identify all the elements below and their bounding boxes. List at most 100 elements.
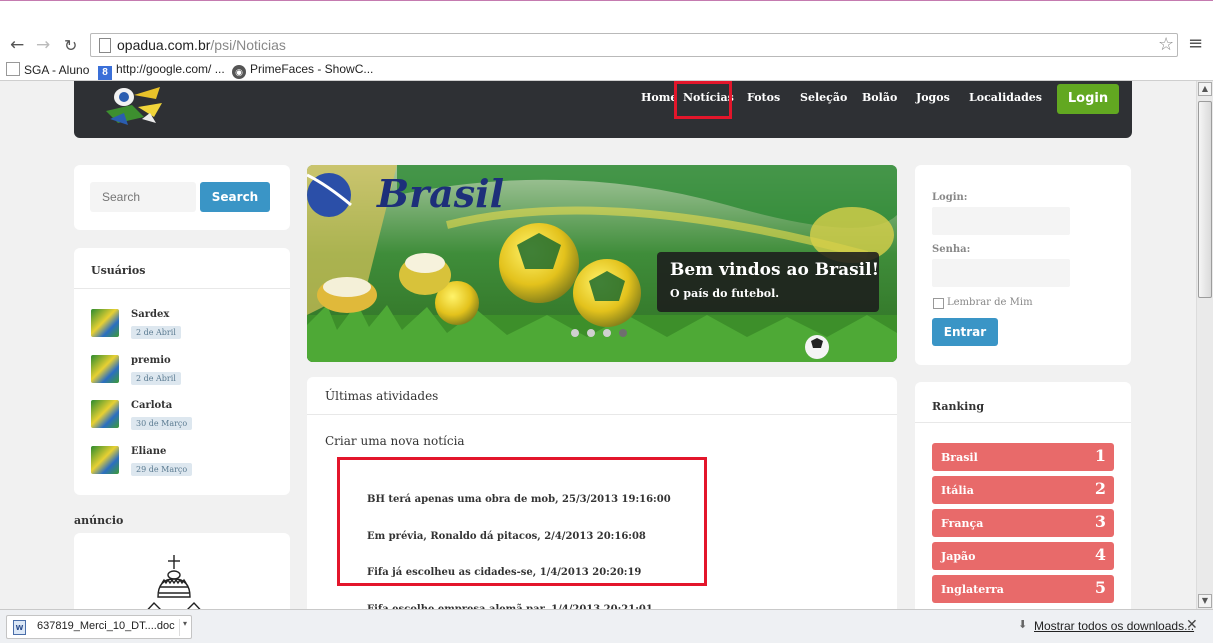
- page-icon: [99, 38, 111, 53]
- ranking-position: 4: [1094, 545, 1106, 564]
- avatar: [91, 355, 119, 383]
- user-name: premio: [131, 355, 171, 366]
- user-item[interactable]: premio 2 de Abril: [91, 355, 271, 395]
- user-date-badge: 29 de Março: [131, 463, 193, 476]
- user-date-badge: 2 de Abril: [131, 372, 181, 385]
- create-news-link[interactable]: Criar uma nova notícia: [325, 434, 465, 448]
- user-date-badge: 30 de Março: [131, 417, 193, 430]
- word-document-icon: W: [13, 620, 26, 635]
- nav-highlight-annotation: [674, 81, 732, 119]
- users-panel-header: Usuários: [74, 248, 290, 289]
- reload-icon[interactable]: ↻: [64, 36, 77, 55]
- users-panel: Usuários Sardex 2 de Abril premio 2 de A…: [74, 248, 290, 495]
- chevron-down-icon[interactable]: ▾: [179, 619, 187, 636]
- avatar: [91, 400, 119, 428]
- primefaces-icon: ◉: [232, 65, 246, 79]
- download-filename: 637819_Merci_10_DT....doc: [37, 620, 175, 632]
- password-field-label: Senha:: [932, 244, 971, 255]
- ranking-country: Brasil: [941, 451, 978, 464]
- scrollbar-thumb[interactable]: [1198, 101, 1212, 298]
- ranking-row[interactable]: França 3: [932, 509, 1114, 537]
- show-all-downloads-link[interactable]: Mostrar todos os downloads...: [1034, 619, 1194, 633]
- forward-arrow-icon[interactable]: →: [36, 35, 50, 55]
- ranking-row[interactable]: Japão 4: [932, 542, 1114, 570]
- banner-caption-subtitle: O país do futebol.: [670, 287, 780, 300]
- ranking-title: Ranking: [932, 400, 985, 413]
- activities-header: Últimas atividades: [307, 377, 897, 415]
- ranking-panel: Ranking Brasil 1 Itália 2 França 3 Japão…: [915, 382, 1131, 627]
- login-field-label: Login:: [932, 192, 968, 203]
- page-icon: [6, 62, 20, 76]
- user-item[interactable]: Carlota 30 de Março: [91, 400, 271, 440]
- banner-brand-text: Brasil: [376, 171, 504, 216]
- ranking-row[interactable]: Brasil 1: [932, 443, 1114, 471]
- site-logo[interactable]: [94, 83, 174, 129]
- address-url: opadua.com.br/psi/Noticias: [117, 37, 286, 53]
- bookmark-star-icon[interactable]: ☆: [1158, 34, 1174, 55]
- submit-login-button[interactable]: Entrar: [932, 318, 998, 346]
- ranking-position: 2: [1094, 479, 1106, 498]
- browser-chrome: ← → ↻ opadua.com.br/psi/Noticias ☆ ≡ SGA…: [0, 0, 1213, 81]
- ad-label: anúncio: [74, 514, 124, 527]
- download-arrow-icon: ⬇: [1018, 618, 1028, 631]
- window-top-border: [0, 0, 1213, 1]
- user-name: Eliane: [131, 446, 167, 457]
- news-item[interactable]: Fifa já escolheu as cidades-se, 1/4/2013…: [367, 567, 641, 578]
- ranking-country: Itália: [941, 484, 974, 497]
- nav-localidades[interactable]: Localidades: [969, 91, 1042, 104]
- nav-jogos[interactable]: Jogos: [916, 91, 950, 104]
- nav-selecao[interactable]: Seleção: [800, 91, 847, 104]
- remember-me-label: Lembrar de Mim: [947, 297, 1033, 308]
- search-input[interactable]: [90, 182, 196, 212]
- bookmark-primefaces[interactable]: ◉ PrimeFaces - ShowC...: [232, 62, 373, 79]
- ranking-header: Ranking: [915, 382, 1131, 423]
- scroll-up-icon[interactable]: ▲: [1198, 82, 1212, 96]
- remember-me-checkbox[interactable]: [933, 298, 944, 309]
- user-name: Carlota: [131, 400, 173, 411]
- activities-panel: Últimas atividades Criar uma nova notíci…: [307, 377, 897, 627]
- user-item[interactable]: Eliane 29 de Março: [91, 446, 271, 486]
- ranking-country: Japão: [941, 550, 976, 563]
- bookmarks-bar: SGA - Aluno 8 http://google.com/ ... ◉ Pri…: [0, 60, 1213, 80]
- page-scrollbar[interactable]: ▲ ▼: [1196, 81, 1213, 609]
- site-header: Home Notícias Fotos Seleção Bolão Jogos …: [74, 81, 1132, 138]
- download-shelf: W 637819_Merci_10_DT....doc ▾ ⬇ Mostrar …: [0, 609, 1213, 643]
- google-icon: 8: [98, 66, 112, 80]
- back-arrow-icon[interactable]: ←: [10, 35, 24, 55]
- scroll-down-icon[interactable]: ▼: [1198, 594, 1212, 608]
- search-panel: Search: [74, 165, 290, 230]
- activities-title: Últimas atividades: [325, 389, 439, 403]
- news-item[interactable]: Em prévia, Ronaldo dá pitacos, 2/4/2013 …: [367, 531, 646, 542]
- ranking-position: 1: [1094, 446, 1106, 465]
- nav-bolao[interactable]: Bolão: [862, 91, 897, 104]
- login-field[interactable]: [932, 207, 1070, 235]
- ranking-country: França: [941, 517, 984, 530]
- user-item[interactable]: Sardex 2 de Abril: [91, 309, 271, 349]
- news-item[interactable]: BH terá apenas uma obra de mob, 25/3/201…: [367, 494, 671, 505]
- close-icon[interactable]: ✕: [1186, 617, 1198, 633]
- login-button[interactable]: Login: [1057, 84, 1119, 114]
- menu-icon[interactable]: ≡: [1188, 33, 1203, 54]
- bookmark-google[interactable]: 8 http://google.com/ ...: [98, 62, 225, 80]
- user-date-badge: 2 de Abril: [131, 326, 181, 339]
- banner-carousel[interactable]: Brasil Bem vindos ao Brasil! O país do f…: [307, 165, 897, 362]
- banner-caption: Bem vindos ao Brasil! O país do futebol.: [657, 252, 879, 312]
- search-button[interactable]: Search: [200, 182, 270, 212]
- address-bar[interactable]: opadua.com.br/psi/Noticias: [90, 33, 1178, 57]
- ranking-country: Inglaterra: [941, 583, 1004, 596]
- download-item[interactable]: W 637819_Merci_10_DT....doc ▾: [6, 615, 192, 639]
- ranking-position: 3: [1094, 512, 1106, 531]
- nav-home[interactable]: Home: [641, 91, 677, 104]
- login-panel: Login: Senha: Lembrar de Mim Entrar: [915, 165, 1131, 365]
- ranking-row[interactable]: Itália 2: [932, 476, 1114, 504]
- avatar: [91, 446, 119, 474]
- user-name: Sardex: [131, 309, 170, 320]
- users-title: Usuários: [91, 264, 146, 277]
- bookmark-sga[interactable]: SGA - Aluno: [6, 62, 89, 77]
- avatar: [91, 309, 119, 337]
- password-field[interactable]: [932, 259, 1070, 287]
- banner-caption-title: Bem vindos ao Brasil!: [670, 260, 880, 280]
- ranking-row[interactable]: Inglaterra 5: [932, 575, 1114, 603]
- nav-fotos[interactable]: Fotos: [747, 91, 780, 104]
- ranking-position: 5: [1094, 578, 1106, 597]
